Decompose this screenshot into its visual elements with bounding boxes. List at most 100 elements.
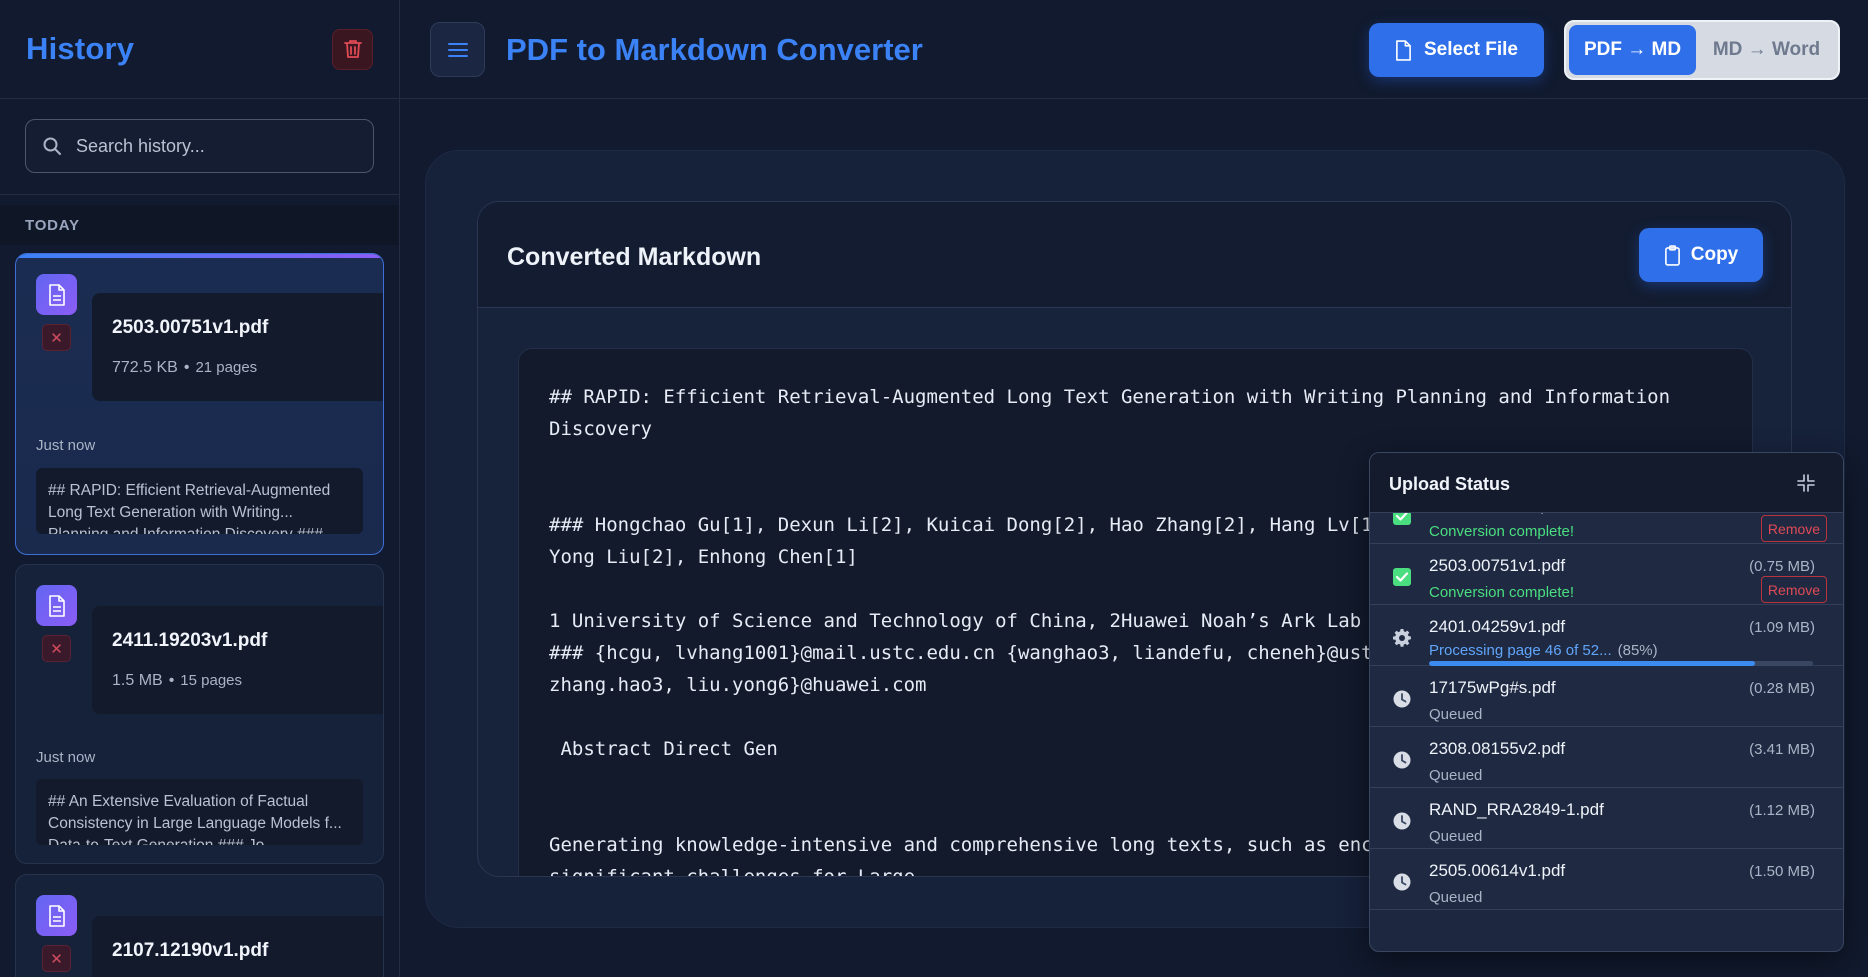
delete-item-button[interactable]: ✕ bbox=[42, 635, 71, 662]
upload-file-size: (1.12 MB) bbox=[1749, 802, 1815, 819]
upload-row: RAND_RRA2849-1.pdf (1.12 MB) Queued bbox=[1370, 788, 1843, 849]
upload-file-size: (0.28 MB) bbox=[1749, 680, 1815, 697]
file-meta: 1.5 MB • 15 pages bbox=[112, 672, 383, 690]
upload-status-text: Processing page 46 of 52... (85%) bbox=[1429, 642, 1658, 659]
upload-header: Upload Status bbox=[1370, 453, 1843, 513]
upload-status-text: Conversion complete! bbox=[1429, 523, 1575, 540]
file-icon bbox=[36, 585, 77, 626]
markdown-line: ## RAPID: Efficient Retrieval-Augmented … bbox=[549, 386, 1671, 408]
close-icon: ✕ bbox=[50, 329, 63, 347]
upload-file-name: 2401.04259v1.pdf bbox=[1429, 617, 1566, 636]
clear-history-button[interactable] bbox=[332, 28, 373, 70]
upload-status-text: Queued bbox=[1429, 706, 1483, 723]
file-card: 2107.12190v1.pdf bbox=[92, 916, 383, 977]
upload-file-size: (0.75 MB) bbox=[1749, 558, 1815, 575]
file-name: 2411.19203v1.pdf bbox=[112, 630, 268, 651]
file-icon bbox=[36, 274, 77, 315]
upload-row: 2308.08155v2.pdf (3.41 MB) Queued bbox=[1370, 727, 1843, 788]
file-size: 772.5 KB bbox=[112, 359, 178, 376]
history-sidebar: History TODAY ✕ bbox=[0, 0, 400, 977]
sidebar-title: History bbox=[26, 31, 135, 66]
collapse-button[interactable] bbox=[1797, 474, 1815, 497]
upload-file-size: (1.54 MB) bbox=[1749, 513, 1815, 514]
close-icon: ✕ bbox=[50, 640, 63, 658]
file-name: 2107.12190v1.pdf bbox=[112, 940, 269, 961]
upload-status-text: Queued bbox=[1429, 889, 1483, 906]
history-item[interactable]: ✕ 2411.19203v1.pdf 1.5 MB • 15 pages Just … bbox=[15, 564, 384, 864]
clock-icon bbox=[1392, 872, 1412, 897]
upload-row: 2411.19203v1.pdf (1.54 MB) Conversion comp… bbox=[1370, 513, 1843, 544]
card-header: Converted Markdown Copy bbox=[478, 202, 1791, 308]
menu-button[interactable] bbox=[430, 22, 485, 77]
upload-status-text: Conversion complete! bbox=[1429, 584, 1575, 601]
upload-file-name: 17175wPg#s.pdf bbox=[1429, 678, 1556, 697]
sidebar-header: History bbox=[0, 0, 399, 99]
app-root: History TODAY ✕ bbox=[0, 0, 1868, 977]
clock-icon bbox=[1392, 811, 1412, 836]
clipboard-icon bbox=[1664, 244, 1680, 266]
file-name: 2503.00751v1.pdf bbox=[112, 317, 269, 338]
delete-item-button[interactable]: ✕ bbox=[42, 324, 71, 351]
upload-row: 17175wPg#s.pdf (0.28 MB) Queued bbox=[1370, 666, 1843, 727]
mode-md-to-word[interactable]: MD → Word bbox=[1696, 25, 1837, 75]
timestamp: Just now bbox=[36, 437, 96, 454]
upload-status-text: Queued bbox=[1429, 828, 1483, 845]
upload-file-name: 2308.08155v2.pdf bbox=[1429, 739, 1566, 758]
upload-row: 2503.00751v1.pdf (0.75 MB) Conversion comp… bbox=[1370, 544, 1843, 605]
upload-percent: (85%) bbox=[1617, 642, 1658, 659]
search-section bbox=[0, 99, 399, 195]
upload-status-text: Queued bbox=[1429, 767, 1483, 784]
upload-status-panel: Upload Status 2411.19203v1.pdf (1.54 MB) C… bbox=[1369, 452, 1844, 952]
upload-file-size: (1.09 MB) bbox=[1749, 619, 1815, 636]
collapse-icon bbox=[1797, 474, 1815, 492]
file-meta: 772.5 KB • 21 pages bbox=[112, 359, 383, 377]
file-size: 1.5 MB bbox=[112, 672, 163, 689]
upload-file-size: (1.50 MB) bbox=[1749, 863, 1815, 880]
upload-row: 2401.04259v1.pdf (1.09 MB) Processing page… bbox=[1370, 605, 1843, 666]
history-item[interactable]: ✕ 2503.00751v1.pdf 772.5 KB • 21 pages Jus… bbox=[15, 253, 384, 555]
top-bar: PDF to Markdown Converter Select File PD… bbox=[400, 0, 1868, 99]
search-input[interactable] bbox=[76, 120, 366, 172]
upload-file-name: 2505.00614v1.pdf bbox=[1429, 861, 1566, 880]
preview-text: ## An Extensive Evaluation of Factual Co… bbox=[36, 779, 363, 845]
trash-icon bbox=[343, 40, 362, 58]
file-pages: 15 pages bbox=[180, 672, 243, 689]
upload-file-size: (3.41 MB) bbox=[1749, 741, 1815, 758]
file-card: 2411.19203v1.pdf 1.5 MB • 15 pages bbox=[92, 606, 383, 714]
upload-row: 2505.00614v1.pdf (1.50 MB) Queued bbox=[1370, 849, 1843, 910]
select-file-label: Select File bbox=[1424, 39, 1518, 60]
gear-icon bbox=[1392, 628, 1412, 653]
upload-file-name: RAND_RRA2849-1.pdf bbox=[1429, 800, 1604, 819]
select-file-button[interactable]: Select File bbox=[1369, 23, 1544, 77]
timestamp: Just now bbox=[36, 749, 96, 766]
section-label-today: TODAY bbox=[0, 205, 399, 245]
meta-separator: • bbox=[168, 672, 175, 689]
app-title: PDF to Markdown Converter bbox=[506, 32, 923, 67]
close-icon: ✕ bbox=[50, 950, 63, 968]
file-icon bbox=[1396, 39, 1411, 61]
upload-list[interactable]: 2411.19203v1.pdf (1.54 MB) Conversion comp… bbox=[1370, 513, 1843, 951]
mode-pdf-to-md[interactable]: PDF → MD bbox=[1569, 25, 1696, 75]
file-icon bbox=[36, 895, 77, 936]
clock-icon bbox=[1392, 689, 1412, 714]
preview-text: ## RAPID: Efficient Retrieval-Augmented … bbox=[36, 468, 363, 534]
markdown-line: Discovery bbox=[549, 418, 652, 440]
copy-button[interactable]: Copy bbox=[1639, 228, 1763, 282]
mode-toggle: PDF → MD MD → Word bbox=[1564, 20, 1840, 80]
remove-button[interactable]: Remove bbox=[1761, 576, 1827, 603]
meta-separator: • bbox=[183, 359, 190, 376]
card-title: Converted Markdown bbox=[507, 243, 762, 271]
check-icon bbox=[1392, 567, 1412, 592]
history-item[interactable]: ✕ 2107.12190v1.pdf bbox=[15, 874, 384, 977]
upload-file-name: 2411.19203v1.pdf bbox=[1429, 513, 1564, 515]
delete-item-button[interactable]: ✕ bbox=[42, 945, 71, 972]
copy-label: Copy bbox=[1690, 244, 1739, 265]
file-pages: 21 pages bbox=[195, 359, 258, 376]
check-icon bbox=[1392, 513, 1412, 531]
file-card: 2503.00751v1.pdf 772.5 KB • 21 pages bbox=[92, 293, 383, 401]
remove-button[interactable]: Remove bbox=[1761, 515, 1827, 542]
search-icon bbox=[43, 137, 61, 155]
search-box bbox=[25, 119, 374, 173]
clock-icon bbox=[1392, 750, 1412, 775]
upload-title: Upload Status bbox=[1389, 474, 1511, 494]
